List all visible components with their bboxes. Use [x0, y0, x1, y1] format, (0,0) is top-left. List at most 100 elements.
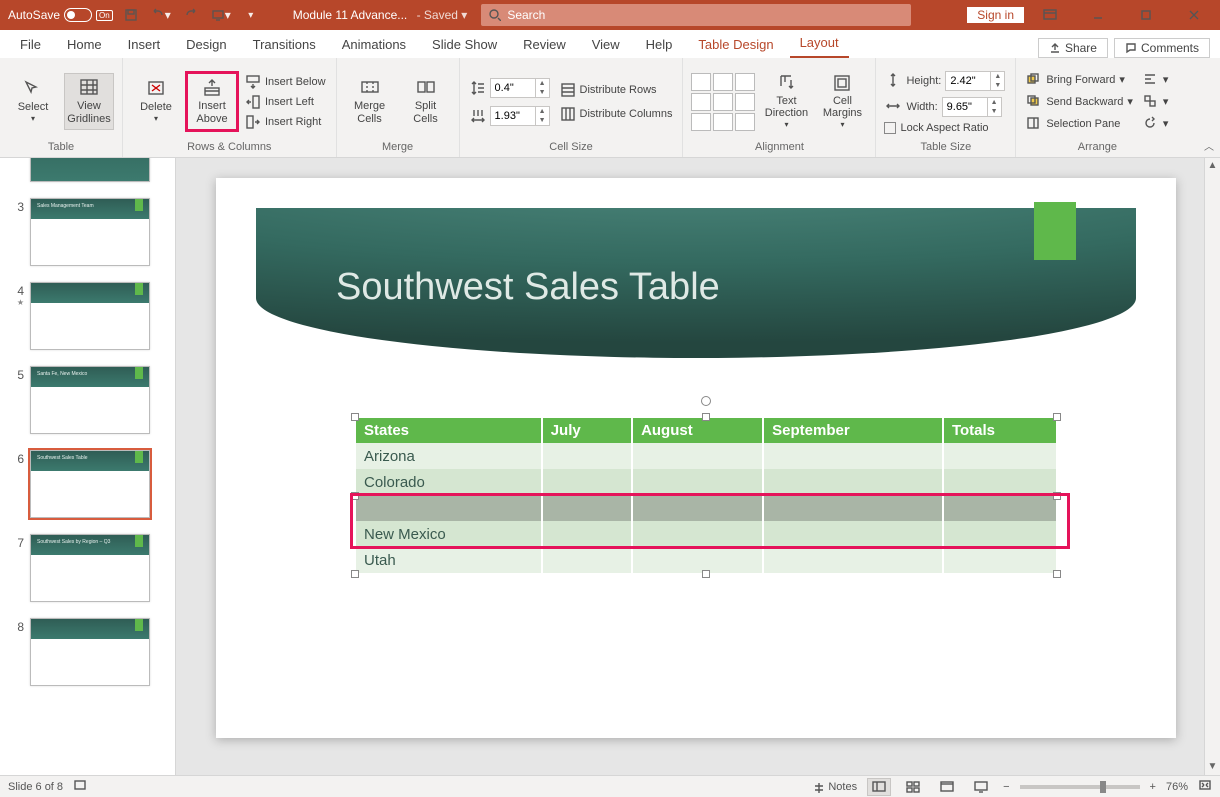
table-row[interactable]: [356, 495, 1056, 521]
table-cell[interactable]: [632, 495, 763, 521]
autosave-toggle[interactable]: AutoSave On: [8, 8, 113, 22]
table-object[interactable]: StatesJulyAugustSeptemberTotalsArizonaCo…: [356, 418, 1056, 573]
insert-above-button[interactable]: Insert Above: [187, 73, 237, 129]
tab-design[interactable]: Design: [176, 33, 236, 58]
insert-right-button[interactable]: Insert Right: [243, 113, 328, 131]
table-cell[interactable]: [632, 469, 763, 495]
accessibility-icon[interactable]: [73, 778, 87, 795]
table-cell[interactable]: [763, 521, 943, 547]
redo-icon[interactable]: [179, 3, 203, 27]
cell-margins-button[interactable]: Cell Margins▾: [817, 68, 867, 135]
table-cell[interactable]: Utah: [356, 547, 542, 573]
table-row[interactable]: Colorado: [356, 469, 1056, 495]
fit-to-window-icon[interactable]: [1198, 779, 1212, 794]
table-cell[interactable]: [542, 495, 632, 521]
table-cell[interactable]: [356, 495, 542, 521]
rotate-handle[interactable]: [701, 396, 711, 406]
table-cell[interactable]: [632, 443, 763, 469]
slide-title[interactable]: Southwest Sales Table: [336, 266, 720, 309]
tab-transitions[interactable]: Transitions: [243, 33, 326, 58]
row-height-field[interactable]: ▲▼: [468, 77, 552, 99]
scroll-down-icon[interactable]: ▼: [1205, 759, 1220, 775]
send-backward-button[interactable]: Send Backward ▾: [1024, 93, 1135, 111]
group-menu[interactable]: ▾: [1141, 93, 1171, 111]
thumb-preview[interactable]: Santa Fe, New Mexico: [30, 366, 150, 434]
normal-view-icon[interactable]: [867, 778, 891, 796]
table-header[interactable]: September: [763, 418, 943, 443]
table-width-input[interactable]: [943, 101, 987, 113]
table-header[interactable]: Totals: [943, 418, 1056, 443]
table-cell[interactable]: New Mexico: [356, 521, 542, 547]
tab-help[interactable]: Help: [636, 33, 683, 58]
slide-editor[interactable]: Southwest Sales Table StatesJulyAugustSe…: [176, 158, 1220, 775]
thumbnail[interactable]: 5Santa Fe, New Mexico: [0, 360, 175, 444]
tab-insert[interactable]: Insert: [118, 33, 171, 58]
table-cell[interactable]: [943, 495, 1056, 521]
table-cell[interactable]: [542, 547, 632, 573]
bring-forward-button[interactable]: Bring Forward ▾: [1024, 71, 1135, 89]
slide-canvas[interactable]: Southwest Sales Table StatesJulyAugustSe…: [216, 178, 1176, 738]
qat-more-icon[interactable]: ▾: [239, 3, 263, 27]
undo-icon[interactable]: ▾: [149, 3, 173, 27]
thumb-preview[interactable]: Southwest Sales Table: [30, 450, 150, 518]
scroll-up-icon[interactable]: ▲: [1205, 158, 1220, 174]
table-row[interactable]: Arizona: [356, 443, 1056, 469]
collapse-ribbon-icon[interactable]: ︿: [1204, 138, 1214, 153]
table-cell[interactable]: [943, 547, 1056, 573]
table-header[interactable]: August: [632, 418, 763, 443]
thumbnail[interactable]: 4: [0, 276, 175, 360]
tab-home[interactable]: Home: [57, 33, 112, 58]
resize-handle[interactable]: [1053, 413, 1061, 421]
text-direction-button[interactable]: Text Direction▾: [761, 68, 811, 135]
comments-button[interactable]: Comments: [1114, 38, 1210, 58]
table-row[interactable]: New Mexico: [356, 521, 1056, 547]
reading-view-icon[interactable]: [935, 778, 959, 796]
split-cells-button[interactable]: Split Cells: [401, 73, 451, 129]
table-width-field[interactable]: Width: ▲▼: [884, 96, 1007, 118]
rotate-menu[interactable]: ▾: [1141, 115, 1171, 133]
from-beginning-icon[interactable]: ▾: [209, 3, 233, 27]
delete-button[interactable]: Delete▾: [131, 74, 181, 129]
table-cell[interactable]: [632, 521, 763, 547]
table-height-field[interactable]: Height: ▲▼: [884, 70, 1007, 92]
tab-animations[interactable]: Animations: [332, 33, 416, 58]
alignment-grid[interactable]: [691, 73, 755, 131]
thumb-preview[interactable]: [30, 618, 150, 686]
align-menu[interactable]: ▾: [1141, 71, 1171, 89]
saved-indicator[interactable]: - Saved ▾: [417, 8, 468, 22]
resize-handle[interactable]: [351, 413, 359, 421]
table-cell[interactable]: [763, 495, 943, 521]
merge-cells-button[interactable]: Merge Cells: [345, 73, 395, 129]
thumb-preview[interactable]: Sales Management Team: [30, 198, 150, 266]
insert-left-button[interactable]: Insert Left: [243, 93, 328, 111]
resize-handle[interactable]: [1053, 570, 1061, 578]
table-cell[interactable]: [943, 443, 1056, 469]
table-cell[interactable]: [542, 521, 632, 547]
col-width-input[interactable]: [491, 110, 535, 122]
thumbnail[interactable]: 3Sales Management Team: [0, 192, 175, 276]
table-header[interactable]: States: [356, 418, 542, 443]
table-cell[interactable]: [632, 547, 763, 573]
slideshow-view-icon[interactable]: [969, 778, 993, 796]
sign-in-button[interactable]: Sign in: [967, 7, 1024, 23]
share-button[interactable]: Share: [1038, 38, 1108, 58]
sorter-view-icon[interactable]: [901, 778, 925, 796]
resize-handle[interactable]: [702, 570, 710, 578]
minimize-icon[interactable]: [1076, 0, 1120, 30]
tab-table-design[interactable]: Table Design: [688, 33, 783, 58]
tab-file[interactable]: File: [10, 33, 51, 58]
distribute-cols-button[interactable]: Distribute Columns: [558, 105, 675, 123]
tab-slide-show[interactable]: Slide Show: [422, 33, 507, 58]
resize-handle[interactable]: [351, 570, 359, 578]
table-cell[interactable]: [763, 469, 943, 495]
thumbnail[interactable]: 7Southwest Sales by Region – Q3: [0, 528, 175, 612]
view-gridlines-button[interactable]: View Gridlines: [64, 73, 114, 129]
save-icon[interactable]: [119, 3, 143, 27]
zoom-in-icon[interactable]: +: [1150, 781, 1156, 793]
table-header[interactable]: July: [542, 418, 632, 443]
close-icon[interactable]: [1172, 0, 1216, 30]
thumbnail-panel[interactable]: Southwest Region3Sales Management Team45…: [0, 158, 176, 775]
tab-review[interactable]: Review: [513, 33, 576, 58]
maximize-icon[interactable]: [1124, 0, 1168, 30]
select-button[interactable]: Select▾: [8, 74, 58, 129]
